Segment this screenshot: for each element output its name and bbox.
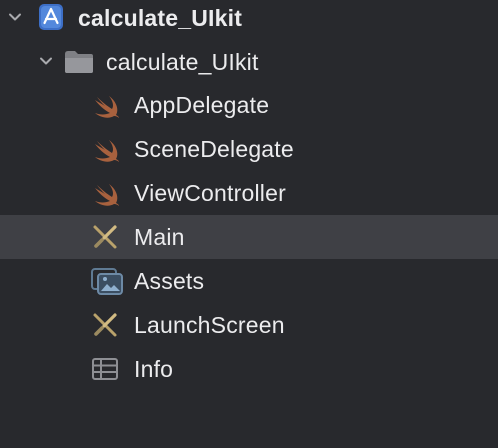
storyboard-icon <box>88 310 122 340</box>
chevron-down-icon[interactable] <box>4 6 26 28</box>
file-row-viewcontroller[interactable]: ViewController <box>0 171 498 215</box>
swift-icon <box>90 135 124 165</box>
swift-icon <box>90 91 124 121</box>
file-row-main[interactable]: Main <box>0 215 498 259</box>
file-row-appdelegate[interactable]: AppDelegate <box>0 83 498 127</box>
file-label: Main <box>134 224 185 250</box>
group-row[interactable]: calculate_UIkit <box>0 39 498 83</box>
plist-icon <box>88 354 122 384</box>
file-row-launchscreen[interactable]: LaunchScreen <box>0 303 498 347</box>
group-name: calculate_UIkit <box>106 49 259 75</box>
project-navigator: calculate_UIkit calculate_UIkit AppDeleg… <box>0 0 498 448</box>
file-row-info[interactable]: Info <box>0 347 498 391</box>
file-label: Info <box>134 356 174 382</box>
project-name: calculate_UIkit <box>78 5 243 31</box>
file-row-scenedelegate[interactable]: SceneDelegate <box>0 127 498 171</box>
xcode-project-icon <box>34 2 68 32</box>
storyboard-icon <box>88 222 122 252</box>
file-label: ViewController <box>134 180 286 206</box>
file-label: Assets <box>134 268 205 294</box>
asset-catalog-icon <box>90 266 124 296</box>
file-label: SceneDelegate <box>134 136 294 162</box>
project-row[interactable]: calculate_UIkit <box>0 0 498 44</box>
chevron-down-icon[interactable] <box>35 50 57 72</box>
file-row-assets[interactable]: Assets <box>0 259 498 303</box>
file-label: LaunchScreen <box>134 312 285 338</box>
file-label: AppDelegate <box>134 92 270 118</box>
folder-icon <box>62 47 96 77</box>
swift-icon <box>90 179 124 209</box>
